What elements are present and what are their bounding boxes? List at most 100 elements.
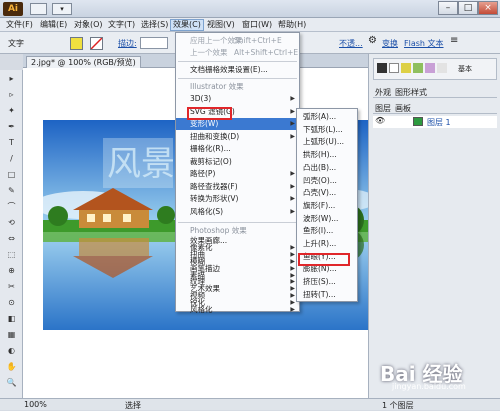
transform-link[interactable]: 变换 xyxy=(382,38,398,49)
close-button[interactable]: × xyxy=(478,1,498,15)
warp-item[interactable]: 下弧形(L)... xyxy=(297,124,357,136)
menu-effect[interactable]: 效果(C) xyxy=(170,19,204,31)
effect-menu: 应用上一个效果 Shift+Ctrl+E 上一个效果 Alt+Shift+Ctrl+… xyxy=(175,32,300,314)
tab-appearance[interactable]: 外观 xyxy=(375,87,391,98)
warp-item[interactable]: 扭转(T)... xyxy=(297,289,357,301)
menu-window[interactable]: 窗口(W) xyxy=(240,19,274,31)
warp-item[interactable]: 凸出(B)... xyxy=(297,162,357,174)
swatch-yellow[interactable] xyxy=(401,63,411,73)
tool-6-icon[interactable]: □ xyxy=(6,170,17,180)
status-bar: 100% 选择 1 个图层 xyxy=(0,398,500,410)
fill-swatch[interactable] xyxy=(70,37,83,50)
tool-8-icon[interactable]: ⌒ xyxy=(6,202,17,212)
effect-illustrator-item[interactable]: 栅格化(R)... xyxy=(176,143,299,155)
warp-item[interactable]: 挤压(S)... xyxy=(297,276,357,288)
effect-photoshop-item[interactable]: 风格化 ▶ xyxy=(176,306,299,314)
tab-artboards[interactable]: 画板 xyxy=(395,103,411,114)
tool-1-icon[interactable]: ▹ xyxy=(6,90,17,100)
tab-layers[interactable]: 图层 xyxy=(375,103,391,114)
minimize-button[interactable]: – xyxy=(438,1,458,15)
layer-row[interactable]: 👁 图层 1 xyxy=(373,116,497,128)
tool-2-icon[interactable]: ✦ xyxy=(6,106,17,116)
zoom-level[interactable]: 100% xyxy=(24,400,47,409)
effect-illustrator-item[interactable]: 裁剪标记(O) xyxy=(176,156,299,168)
tool-10-icon[interactable]: ⇔ xyxy=(6,234,17,244)
swatch-gray[interactable] xyxy=(437,63,447,73)
effect-illustrator-item[interactable]: 路径(P) ▶ xyxy=(176,168,299,180)
effect-illustrator-item[interactable]: 转换为形状(V) ▶ xyxy=(176,193,299,205)
swatch-purple[interactable] xyxy=(425,63,435,73)
highlight-warp-box xyxy=(187,107,232,120)
tool-17-icon[interactable]: ◐ xyxy=(6,346,17,356)
warp-item[interactable]: 旗形(F)... xyxy=(297,200,357,212)
bridge-button[interactable] xyxy=(30,3,47,15)
warp-item[interactable]: 鱼形(I)... xyxy=(297,225,357,237)
menu-select[interactable]: 选择(S) xyxy=(139,19,170,31)
tool-7-icon[interactable]: ✎ xyxy=(6,186,17,196)
swatch-white[interactable] xyxy=(389,63,399,73)
tool-18-icon[interactable]: ✋ xyxy=(6,362,17,372)
menu-help[interactable]: 帮助(H) xyxy=(276,19,308,31)
warp-item[interactable]: 弧形(A)... xyxy=(297,111,357,123)
warp-item[interactable]: 上弧形(U)... xyxy=(297,136,357,148)
panel-tabs-bottom: 图层 画板 xyxy=(373,102,497,114)
submenu-arrow-icon: ▶ xyxy=(290,195,295,202)
tool-0-icon[interactable]: ▸ xyxy=(6,74,17,84)
flash-text-link[interactable]: Flash 文本 xyxy=(404,38,444,49)
stroke-weight-field[interactable] xyxy=(140,37,168,49)
submenu-arrow-icon: ▶ xyxy=(290,132,295,140)
swatch-set-label: 基本 xyxy=(458,65,472,73)
effect-illustrator-item[interactable]: 扭曲和变换(D) ▶ xyxy=(176,131,299,143)
warp-item[interactable]: 上升(R)... xyxy=(297,238,357,250)
menu-edit[interactable]: 编辑(E) xyxy=(38,19,69,31)
menu-type[interactable]: 文字(T) xyxy=(106,19,137,31)
tool-9-icon[interactable]: ⟲ xyxy=(6,218,17,228)
warp-item[interactable]: 凹壳(O)... xyxy=(297,175,357,187)
warp-submenu: 弧形(A)... 下弧形(L)... 上弧形(U)... 拱形(H)... 凸出(B).… xyxy=(296,108,358,302)
layer-name[interactable]: 图层 1 xyxy=(427,117,451,128)
last-effect[interactable]: 上一个效果 Alt+Shift+Ctrl+E xyxy=(176,47,299,59)
tool-5-icon[interactable]: / xyxy=(6,154,17,164)
tool-19-icon[interactable]: 🔍 xyxy=(6,378,17,388)
effect-illustrator-item[interactable]: 路径查找器(F) ▶ xyxy=(176,181,299,193)
raster-settings[interactable]: 文档栅格效果设置(E)... xyxy=(176,64,299,76)
right-panels: 基本 外观 图形样式 图层 画板 👁 图层 1 xyxy=(368,54,500,398)
apply-last-effect[interactable]: 应用上一个效果 Shift+Ctrl+E xyxy=(176,35,299,47)
recolor-icon[interactable]: ⚙ xyxy=(368,35,377,46)
panel-tabs-top: 外观 图形样式 xyxy=(373,86,497,98)
tool-13-icon[interactable]: ✂ xyxy=(6,282,17,292)
tool-16-icon[interactable]: ▦ xyxy=(6,330,17,340)
layer-thumbnail xyxy=(413,117,423,126)
submenu-arrow-icon: ▶ xyxy=(290,207,295,215)
tool-11-icon[interactable]: ⬚ xyxy=(6,250,17,260)
tool-4-icon[interactable]: T xyxy=(6,138,17,148)
warp-item[interactable]: 波形(W)... xyxy=(297,213,357,225)
stroke-label[interactable]: 描边: xyxy=(118,38,137,49)
effect-illustrator-item[interactable]: 3D(3) ▶ xyxy=(176,93,299,105)
swatch-black[interactable] xyxy=(377,63,387,73)
menu-object[interactable]: 对象(O) xyxy=(72,19,105,31)
stroke-swatch[interactable] xyxy=(90,37,103,50)
effect-illustrator-item[interactable]: 风格化(S) ▶ xyxy=(176,206,299,218)
submenu-arrow-icon: ▶ xyxy=(290,120,295,127)
swatch-green[interactable] xyxy=(413,63,423,73)
tool-14-icon[interactable]: ⊙ xyxy=(6,298,17,308)
menu-file[interactable]: 文件(F) xyxy=(4,19,35,31)
warp-item[interactable]: 凸壳(V)... xyxy=(297,187,357,199)
baidu-watermark-url: jingyan.baidu.com xyxy=(392,382,466,391)
tab-graphic-styles[interactable]: 图形样式 xyxy=(395,87,427,98)
submenu-arrow-icon: ▶ xyxy=(290,95,295,102)
tool-12-icon[interactable]: ⊕ xyxy=(6,266,17,276)
arrange-documents-button[interactable]: ▾ xyxy=(52,3,72,15)
panel-menu-icon[interactable]: ≡ xyxy=(450,35,458,46)
tool-3-icon[interactable]: ✒ xyxy=(6,122,17,132)
tool-15-icon[interactable]: ◧ xyxy=(6,314,17,324)
menu-view[interactable]: 视图(V) xyxy=(205,19,237,31)
document-tab[interactable]: 2.jpg* @ 100% (RGB/预览) xyxy=(26,56,141,68)
opacity-label[interactable]: 不透... xyxy=(339,38,363,49)
submenu-arrow-icon: ▶ xyxy=(290,182,295,190)
eye-icon[interactable]: 👁 xyxy=(375,116,385,125)
warp-item[interactable]: 拱形(H)... xyxy=(297,149,357,161)
title-bar xyxy=(0,0,500,18)
maximize-button[interactable]: □ xyxy=(458,1,478,15)
